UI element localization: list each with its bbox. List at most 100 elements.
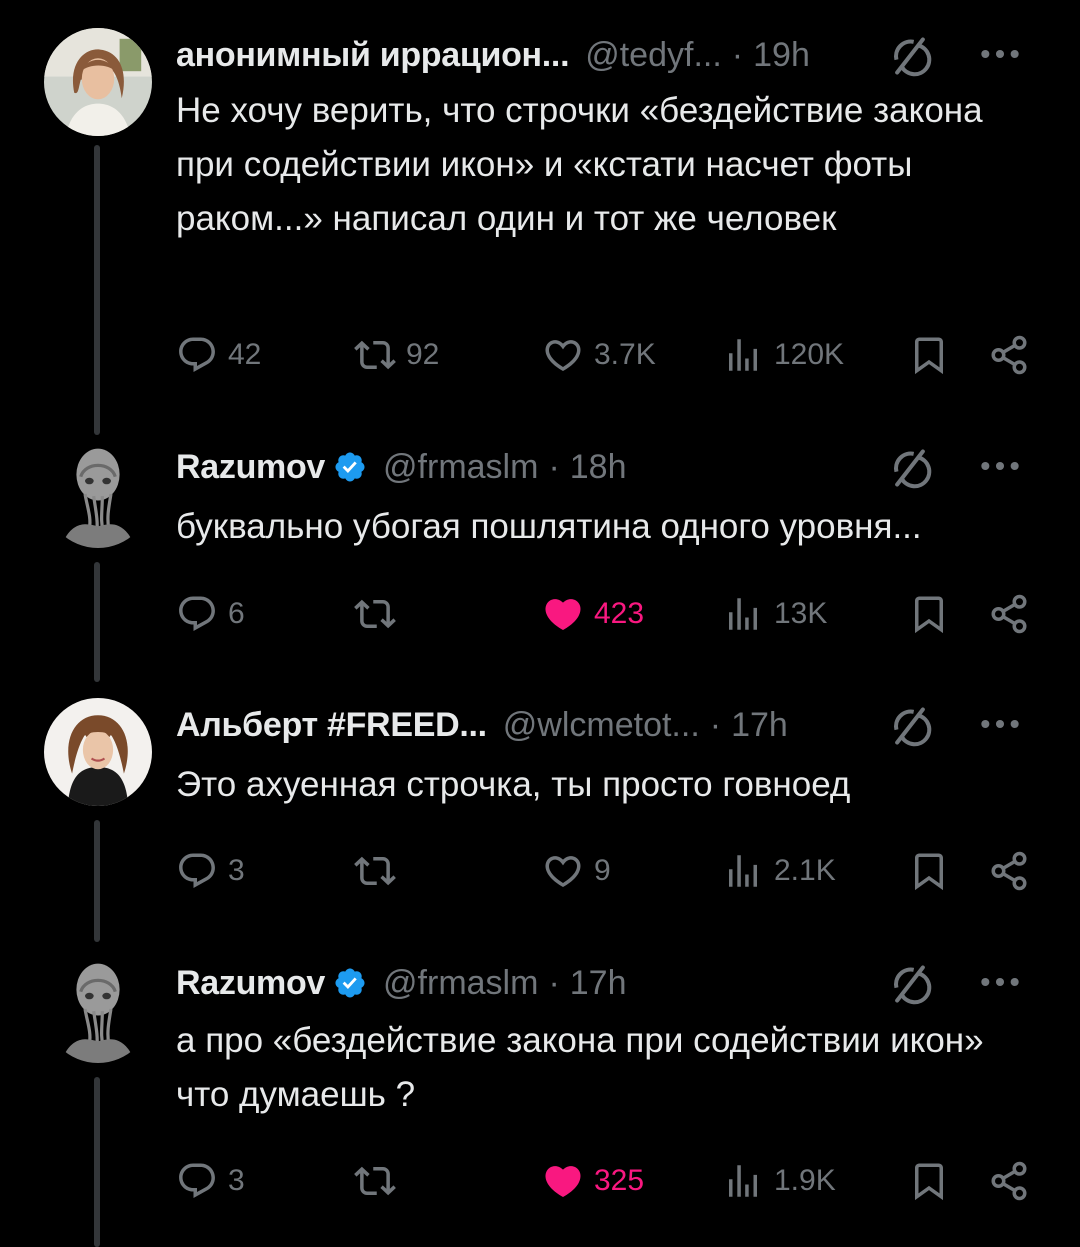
share-button[interactable] bbox=[988, 1156, 1030, 1206]
bookmark-button[interactable] bbox=[908, 330, 950, 380]
more-options-icon[interactable] bbox=[978, 708, 1022, 740]
like-button[interactable]: 9 bbox=[542, 846, 611, 896]
alien-bust-icon bbox=[44, 440, 152, 548]
bookmark-icon bbox=[908, 850, 950, 892]
reply-icon bbox=[176, 850, 218, 892]
woman-portrait-icon bbox=[44, 698, 152, 806]
like-button[interactable]: 423 bbox=[542, 589, 644, 639]
handle[interactable]: @frmaslm bbox=[383, 448, 538, 487]
display-name[interactable]: Razumov bbox=[176, 964, 325, 1003]
bookmark-button[interactable] bbox=[908, 846, 950, 896]
repost-button[interactable] bbox=[354, 1156, 396, 1206]
separator: · bbox=[548, 447, 560, 486]
bookmark-icon bbox=[908, 593, 950, 635]
repost-button[interactable] bbox=[354, 589, 396, 639]
bookmark-button[interactable] bbox=[908, 1156, 950, 1206]
heart-filled-icon bbox=[542, 593, 584, 635]
repost-icon bbox=[354, 850, 396, 892]
handle[interactable]: @wlcmetot... bbox=[503, 706, 700, 745]
action-bar: 3 9 2.1K bbox=[176, 846, 1040, 896]
verified-badge-icon bbox=[333, 450, 367, 484]
verified-badge-icon bbox=[333, 966, 367, 1000]
display-name[interactable]: анонимный иррацион... bbox=[176, 36, 570, 75]
handle[interactable]: @frmaslm bbox=[383, 964, 538, 1003]
tweet-header: Razumov @frmaslm · 18h bbox=[176, 442, 1040, 492]
avatar[interactable] bbox=[44, 698, 152, 806]
reply-icon bbox=[176, 1160, 218, 1202]
grok-icon[interactable] bbox=[888, 962, 932, 1006]
views-count: 120K bbox=[774, 338, 845, 371]
grok-icon[interactable] bbox=[888, 704, 932, 748]
reply-button[interactable]: 3 bbox=[176, 846, 245, 896]
heart-icon bbox=[542, 850, 584, 892]
views-count: 2.1K bbox=[774, 854, 836, 887]
woman-portrait-icon bbox=[44, 28, 152, 136]
bookmark-icon bbox=[908, 334, 950, 376]
reply-button[interactable]: 42 bbox=[176, 330, 261, 380]
views-icon bbox=[722, 850, 764, 892]
repost-button[interactable] bbox=[354, 846, 396, 896]
action-bar: 42 92 3.7K 120K bbox=[176, 330, 1040, 380]
avatar[interactable] bbox=[44, 440, 152, 548]
grok-icon[interactable] bbox=[888, 34, 932, 78]
share-icon bbox=[988, 334, 1030, 376]
views-count: 13K bbox=[774, 597, 828, 630]
display-name[interactable]: Razumov bbox=[176, 448, 325, 487]
views-count: 1.9K bbox=[774, 1164, 836, 1197]
repost-button[interactable]: 92 bbox=[354, 330, 439, 380]
share-button[interactable] bbox=[988, 330, 1030, 380]
reply-count: 3 bbox=[228, 854, 245, 887]
grok-icon[interactable] bbox=[888, 446, 932, 490]
bookmark-icon bbox=[908, 1160, 950, 1202]
separator: · bbox=[709, 705, 722, 744]
handle[interactable]: @tedyf... bbox=[585, 36, 722, 75]
timestamp[interactable]: 18h bbox=[570, 448, 627, 487]
action-bar: 3 325 1.9K bbox=[176, 1156, 1040, 1206]
timestamp[interactable]: 19h bbox=[753, 36, 810, 75]
repost-icon bbox=[354, 1160, 396, 1202]
share-icon bbox=[988, 593, 1030, 635]
timestamp[interactable]: 17h bbox=[731, 706, 788, 745]
alien-bust-icon bbox=[44, 955, 152, 1063]
views-button[interactable]: 2.1K bbox=[722, 846, 836, 896]
like-count: 423 bbox=[594, 597, 645, 630]
avatar[interactable] bbox=[44, 28, 152, 136]
more-options-icon[interactable] bbox=[978, 450, 1022, 482]
reply-icon bbox=[176, 334, 218, 376]
separator: · bbox=[731, 35, 744, 74]
views-button[interactable]: 120K bbox=[722, 330, 844, 380]
reply-count: 3 bbox=[228, 1164, 245, 1197]
share-button[interactable] bbox=[988, 589, 1030, 639]
action-bar: 6 423 13K bbox=[176, 589, 1040, 639]
reply-count: 42 bbox=[228, 338, 262, 371]
views-button[interactable]: 1.9K bbox=[722, 1156, 836, 1206]
more-options-icon[interactable] bbox=[978, 38, 1022, 70]
tweet-text: Не хочу верить, что строчки «бездействие… bbox=[176, 91, 983, 238]
share-icon bbox=[988, 1160, 1030, 1202]
repost-icon bbox=[354, 593, 396, 635]
tweet-header: Альберт #FREED... @wlcmetot... · 17h bbox=[176, 700, 1040, 750]
like-button[interactable]: 3.7K bbox=[542, 330, 656, 380]
repost-count: 92 bbox=[406, 338, 440, 371]
reply-button[interactable]: 6 bbox=[176, 589, 245, 639]
like-button[interactable]: 325 bbox=[542, 1156, 644, 1206]
more-options-icon[interactable] bbox=[978, 966, 1022, 998]
views-icon bbox=[722, 593, 764, 635]
reply-icon bbox=[176, 593, 218, 635]
reply-button[interactable]: 3 bbox=[176, 1156, 245, 1206]
bookmark-button[interactable] bbox=[908, 589, 950, 639]
tweet-text: Это ахуенная строчка, ты просто говноед bbox=[176, 765, 851, 804]
thread-line bbox=[94, 1077, 100, 1247]
views-icon bbox=[722, 1160, 764, 1202]
views-button[interactable]: 13K bbox=[722, 589, 827, 639]
share-button[interactable] bbox=[988, 846, 1030, 896]
share-icon bbox=[988, 850, 1030, 892]
timestamp[interactable]: 17h bbox=[570, 964, 627, 1003]
display-name[interactable]: Альберт #FREED... bbox=[176, 706, 487, 745]
like-count: 3.7K bbox=[594, 338, 656, 371]
avatar[interactable] bbox=[44, 955, 152, 1063]
heart-icon bbox=[542, 334, 584, 376]
thread-line bbox=[94, 562, 100, 682]
thread-line bbox=[94, 820, 100, 942]
separator: · bbox=[548, 963, 560, 1002]
